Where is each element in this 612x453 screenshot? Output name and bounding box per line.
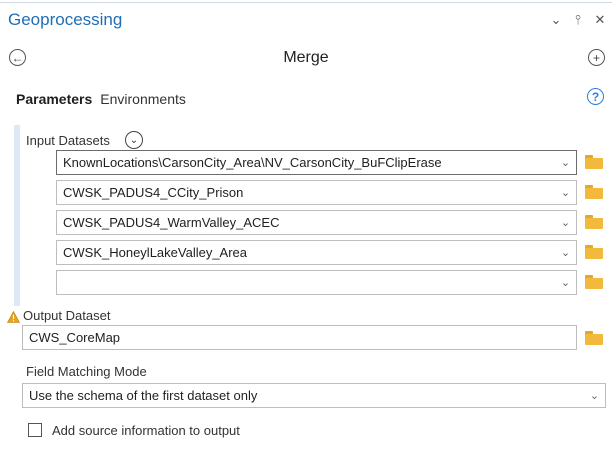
pane-top-border <box>0 2 612 3</box>
help-icon[interactable]: ? <box>587 88 604 105</box>
dropdown-arrow-icon[interactable]: ⌄ <box>554 156 576 169</box>
browse-folder-icon[interactable] <box>585 155 603 169</box>
add-source-checkbox[interactable] <box>28 423 42 437</box>
input-dataset-combo[interactable]: CWSK_PADUS4_WarmValley_ACEC ⌄ <box>56 210 577 235</box>
browse-folder-icon[interactable] <box>585 245 603 259</box>
dropdown-arrow-icon[interactable]: ⌄ <box>583 389 605 402</box>
tool-title: Merge <box>283 49 329 66</box>
output-dataset-label: Output Dataset <box>23 308 111 323</box>
output-dataset-input[interactable]: CWS_CoreMap <box>22 325 577 350</box>
active-parameter-band <box>14 125 20 306</box>
warning-icon <box>7 311 20 323</box>
add-plus-icon[interactable]: + <box>588 49 605 66</box>
input-dataset-combo[interactable]: CWSK_PADUS4_CCity_Prison ⌄ <box>56 180 577 205</box>
input-datasets-label: Input Datasets <box>26 133 110 148</box>
close-icon[interactable]: ✕ <box>594 12 606 28</box>
tab-parameters[interactable]: Parameters <box>16 91 92 107</box>
dropdown-arrow-icon[interactable]: ⌄ <box>554 276 576 289</box>
dropdown-arrow-icon[interactable]: ⌄ <box>554 186 576 199</box>
input-dataset-value: CWSK_PADUS4_WarmValley_ACEC <box>63 215 280 230</box>
dropdown-arrow-icon[interactable]: ⌄ <box>554 216 576 229</box>
field-matching-select[interactable]: Use the schema of the first dataset only… <box>22 383 606 408</box>
browse-folder-icon[interactable] <box>585 215 603 229</box>
pane-window-buttons: ⌄ ⫯ ✕ <box>550 12 606 28</box>
tab-strip: Parameters Environments <box>16 91 186 107</box>
browse-folder-icon[interactable] <box>585 185 603 199</box>
chevron-down-icon[interactable]: ⌄ <box>125 131 143 149</box>
input-dataset-value: KnownLocations\CarsonCity_Area\NV_Carson… <box>63 155 442 170</box>
browse-folder-icon[interactable] <box>585 331 603 345</box>
input-dataset-value: CWSK_HoneylLakeValley_Area <box>63 245 248 260</box>
options-chevron-icon[interactable]: ⌄ <box>550 12 562 28</box>
tab-environments[interactable]: Environments <box>100 91 186 107</box>
pin-icon[interactable]: ⫯ <box>572 12 584 28</box>
pane-title: Geoprocessing <box>8 10 123 29</box>
input-dataset-combo[interactable]: KnownLocations\CarsonCity_Area\NV_Carson… <box>56 150 577 175</box>
add-source-label: Add source information to output <box>52 423 240 438</box>
browse-folder-icon[interactable] <box>585 275 603 289</box>
field-matching-value: Use the schema of the first dataset only <box>29 388 258 403</box>
input-dataset-combo-empty[interactable]: ⌄ <box>56 270 577 295</box>
input-dataset-combo[interactable]: CWSK_HoneylLakeValley_Area ⌄ <box>56 240 577 265</box>
field-matching-label: Field Matching Mode <box>26 364 147 379</box>
dropdown-arrow-icon[interactable]: ⌄ <box>554 246 576 259</box>
input-dataset-value: CWSK_PADUS4_CCity_Prison <box>63 185 244 200</box>
